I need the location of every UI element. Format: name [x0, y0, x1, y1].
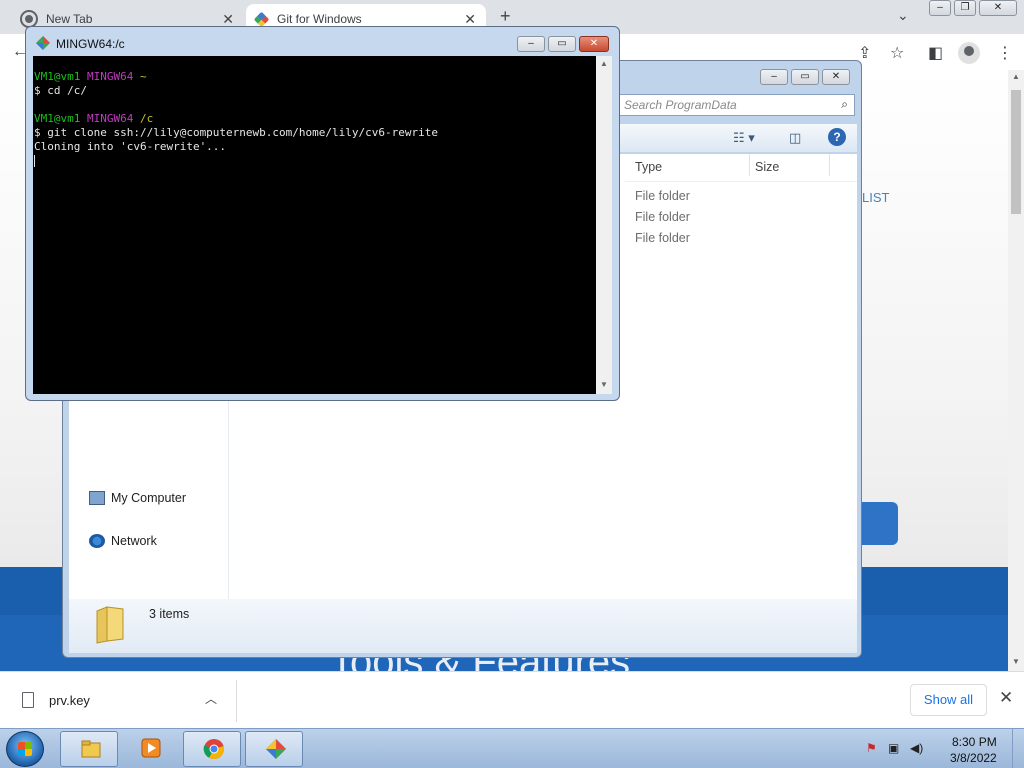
- explorer-window-controls: – ▭ ✕: [757, 69, 850, 85]
- download-shelf: prv.key ︿ Show all ✕: [0, 671, 1024, 728]
- show-all-button[interactable]: Show all: [910, 684, 987, 716]
- tab-search-dropdown-icon[interactable]: ⌄: [897, 7, 909, 24]
- terminal-title: MINGW64:/c: [56, 37, 125, 51]
- chrome-icon: [203, 739, 225, 759]
- side-panel-icon[interactable]: ◧: [928, 43, 943, 63]
- chrome-newtab-icon: [22, 12, 36, 26]
- mingw-icon: [36, 36, 50, 50]
- command-line: $ git clone ssh://lily@computernewb.com/…: [34, 126, 438, 139]
- terminal-titlebar[interactable]: MINGW64:/c – ▭ ✕: [26, 27, 619, 57]
- prompt-line: VM1@vm1 MINGW64 ~: [34, 70, 596, 84]
- close-button[interactable]: ✕: [579, 36, 609, 52]
- network-icon: [89, 534, 105, 548]
- terminal-output[interactable]: VM1@vm1 MINGW64 ~ $ cd /c/ VM1@vm1 MINGW6…: [33, 56, 596, 394]
- show-desktop-button[interactable]: [1012, 729, 1024, 768]
- help-icon[interactable]: ?: [828, 128, 846, 146]
- prompt-shell: MINGW64: [86, 70, 134, 83]
- minimize-button[interactable]: –: [760, 69, 788, 85]
- taskbar-git-bash[interactable]: [245, 731, 303, 767]
- terminal-window: MINGW64:/c – ▭ ✕ VM1@vm1 MINGW64 ~ $ cd /…: [25, 26, 620, 401]
- page-scroll-thumb[interactable]: [1011, 90, 1021, 214]
- page-download-button[interactable]: [858, 502, 898, 545]
- maximize-button[interactable]: ▭: [548, 36, 576, 52]
- close-button[interactable]: ✕: [979, 0, 1017, 16]
- clock-time[interactable]: 8:30 PM: [952, 735, 997, 749]
- scroll-down-icon[interactable]: ▼: [1012, 657, 1020, 666]
- column-headers: Type Size: [625, 154, 857, 182]
- prompt-line: VM1@vm1 MINGW64 /c: [34, 112, 596, 126]
- page-list-link[interactable]: LIST: [862, 190, 889, 205]
- taskbar-media-player[interactable]: [121, 731, 179, 767]
- taskbar-chrome[interactable]: [183, 731, 241, 767]
- download-file-name[interactable]: prv.key: [49, 693, 90, 708]
- computer-icon: [89, 491, 105, 505]
- chevron-up-icon[interactable]: ︿: [205, 690, 217, 707]
- share-icon[interactable]: ⇪: [858, 43, 871, 63]
- clock-date[interactable]: 3/8/2022: [950, 751, 997, 765]
- prompt-shell: MINGW64: [86, 112, 134, 125]
- maximize-button[interactable]: ▭: [791, 69, 819, 85]
- close-icon[interactable]: ✕: [999, 688, 1013, 708]
- divider: [236, 680, 237, 722]
- prompt-path: ~: [139, 70, 147, 83]
- new-tab-button[interactable]: +: [500, 6, 511, 27]
- item-count: 3 items: [149, 607, 190, 621]
- column-type[interactable]: Type: [635, 160, 662, 174]
- table-row[interactable]: File folder: [635, 210, 690, 224]
- text-cursor: [34, 155, 35, 167]
- profile-icon[interactable]: [958, 42, 980, 64]
- prompt-user: VM1@vm1: [34, 70, 81, 83]
- nav-my-computer[interactable]: My Computer: [89, 491, 186, 505]
- search-input[interactable]: Search ProgramData ⌕: [619, 94, 855, 116]
- network-status-icon[interactable]: ▣: [888, 741, 904, 755]
- browser-window-controls: – ❐ ✕: [926, 0, 1017, 16]
- system-tray: ⚑ ▣ ◀): [866, 741, 932, 755]
- column-divider[interactable]: [749, 154, 750, 176]
- file-icon: [22, 692, 34, 708]
- taskbar: ⚑ ▣ ◀) 8:30 PM 3/8/2022: [0, 728, 1024, 768]
- column-divider[interactable]: [829, 154, 830, 176]
- minimize-button[interactable]: –: [517, 36, 545, 52]
- details-pane: 3 items: [69, 599, 857, 653]
- restore-button[interactable]: ❐: [954, 0, 976, 16]
- git-icon: [266, 739, 286, 759]
- command-line: $ cd /c/: [34, 84, 87, 97]
- git-icon: [253, 11, 270, 27]
- minimize-button[interactable]: –: [929, 0, 951, 16]
- nav-label: My Computer: [111, 491, 187, 505]
- table-row[interactable]: File folder: [635, 189, 690, 203]
- folder-icon: [96, 606, 124, 644]
- prompt-user: VM1@vm1: [34, 112, 81, 125]
- taskbar-explorer[interactable]: [60, 731, 118, 767]
- tab-label: New Tab: [46, 12, 93, 26]
- start-button[interactable]: [6, 731, 44, 767]
- output-line: Cloning into 'cv6-rewrite'...: [34, 140, 227, 153]
- scroll-down-icon[interactable]: ▼: [600, 380, 608, 389]
- table-row[interactable]: File folder: [635, 231, 690, 245]
- tab-label: Git for Windows: [277, 12, 362, 26]
- menu-icon[interactable]: ⋮: [997, 43, 1013, 63]
- star-icon[interactable]: ☆: [890, 43, 904, 63]
- volume-icon[interactable]: ◀): [910, 741, 926, 755]
- search-placeholder: Search ProgramData: [624, 98, 737, 112]
- terminal-scrollbar[interactable]: ▲ ▼: [596, 56, 612, 394]
- preview-pane-icon[interactable]: ◫: [789, 130, 801, 146]
- nav-network[interactable]: Network: [89, 534, 157, 548]
- close-button[interactable]: ✕: [822, 69, 850, 85]
- explorer-icon: [81, 740, 101, 758]
- scroll-up-icon[interactable]: ▲: [1012, 72, 1020, 81]
- view-options-icon[interactable]: ☷ ▾: [733, 130, 755, 146]
- scroll-up-icon[interactable]: ▲: [600, 59, 608, 68]
- media-player-icon: [141, 738, 161, 758]
- terminal-window-controls: – ▭ ✕: [514, 36, 609, 52]
- prompt-path: /c: [139, 112, 154, 125]
- action-center-icon[interactable]: ⚑: [866, 741, 882, 755]
- nav-label: Network: [111, 534, 157, 548]
- search-icon[interactable]: ⌕: [841, 97, 848, 112]
- column-size[interactable]: Size: [755, 160, 779, 174]
